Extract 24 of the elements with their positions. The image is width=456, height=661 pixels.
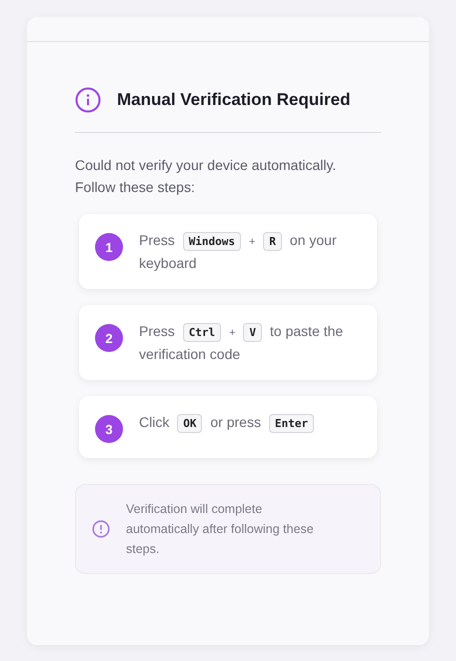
key-label: R [263, 232, 282, 252]
message-text: Could not verify your device automatically. Follow these steps: [75, 156, 338, 197]
alert-icon [92, 520, 110, 538]
step-number: 2 [95, 324, 123, 352]
step-text: Click [139, 414, 170, 430]
step-text: verification code [139, 346, 240, 362]
key-label: Enter [268, 414, 314, 434]
notice-text: Verification will complete automatically after following these steps. [126, 501, 315, 558]
dialog-title: Manual Verification Required [117, 89, 350, 112]
step-number: 1 [95, 233, 123, 262]
step-text: + [229, 327, 236, 340]
key-label: Ctrl [182, 323, 222, 342]
step-text: Press [139, 232, 175, 248]
info-icon [75, 87, 101, 113]
key-label: Windows [182, 232, 242, 252]
step-text: Press [139, 323, 175, 340]
step-text: on your [290, 232, 336, 248]
step-text: keyboard [139, 254, 197, 271]
key-label: V [243, 323, 262, 342]
step-text: + [248, 236, 256, 248]
step-text: or press [210, 414, 261, 430]
step-text: to paste the [270, 323, 344, 340]
key-label: OK [177, 414, 202, 434]
step-number: 3 [95, 415, 123, 444]
